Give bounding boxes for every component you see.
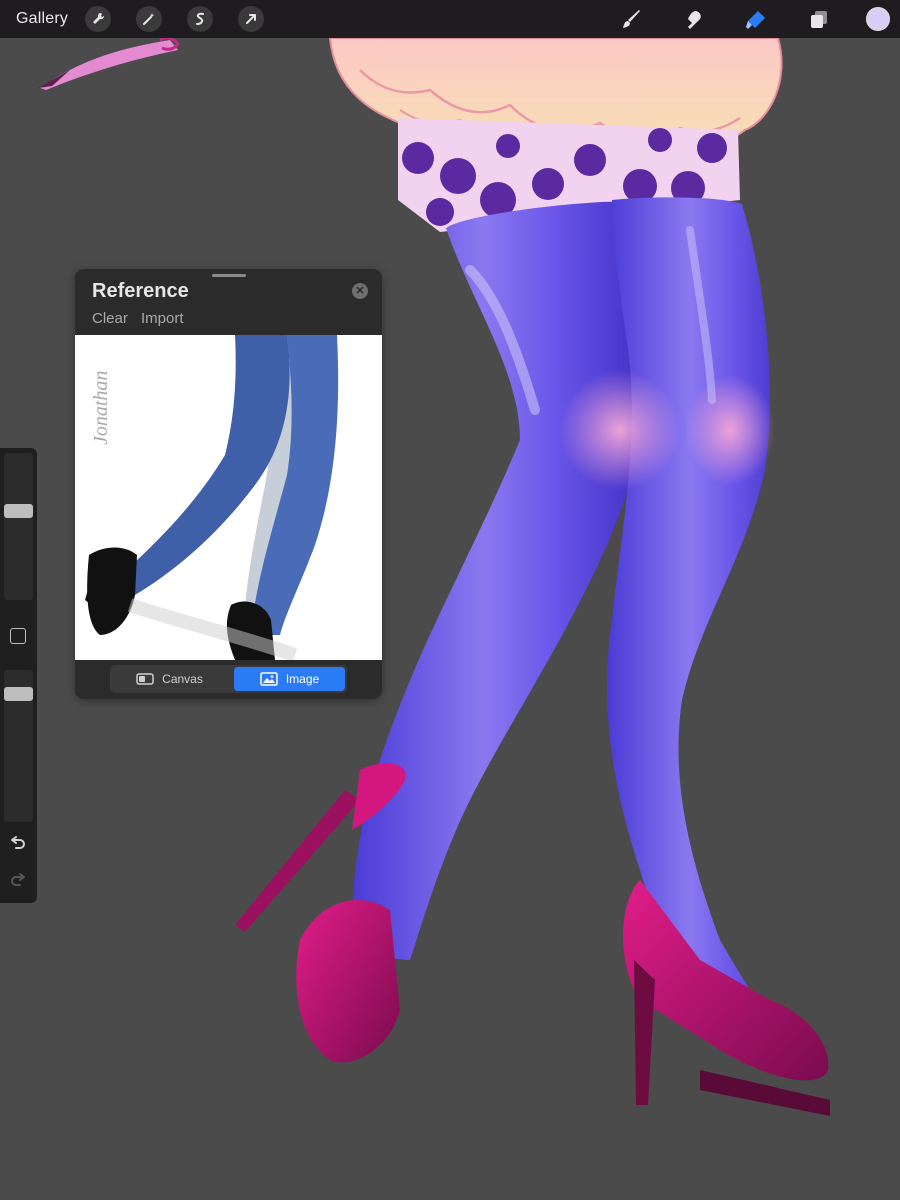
brush-size-thumb[interactable] — [4, 503, 33, 518]
brush-size-slider[interactable] — [4, 453, 33, 600]
tail-artwork — [38, 36, 180, 90]
left-sidebar — [0, 448, 37, 903]
wrench-icon[interactable] — [85, 6, 111, 32]
undo-icon[interactable] — [8, 834, 28, 854]
reference-image: Jonathan — [75, 335, 382, 660]
canvas-mode-label: Canvas — [162, 672, 203, 686]
layers-icon[interactable] — [804, 6, 832, 34]
top-toolbar: Gallery — [0, 0, 900, 38]
reference-panel[interactable]: Reference ✕ Clear Import Jonathan Canvas… — [75, 269, 382, 699]
reference-mode-toggle[interactable]: Canvas Image — [110, 665, 347, 693]
smudge-icon[interactable] — [680, 6, 708, 34]
clear-button[interactable]: Clear — [92, 310, 128, 327]
opacity-thumb[interactable] — [4, 686, 33, 701]
magic-wand-icon[interactable] — [136, 6, 162, 32]
redo-icon[interactable] — [8, 871, 28, 891]
color-picker-swatch[interactable] — [866, 7, 890, 31]
modify-square-icon[interactable] — [10, 628, 26, 644]
shoes-artwork — [235, 763, 830, 1116]
image-watermark: Jonathan — [90, 371, 112, 445]
selection-icon[interactable] — [187, 6, 213, 32]
canvas-mode-button[interactable]: Canvas — [112, 667, 227, 691]
image-mode-label: Image — [285, 672, 320, 686]
legs-artwork — [351, 197, 790, 1061]
image-mode-icon — [260, 672, 278, 686]
eraser-icon[interactable] — [742, 6, 770, 34]
reference-title: Reference — [92, 280, 189, 302]
gallery-button[interactable]: Gallery — [16, 10, 68, 28]
transform-arrow-icon[interactable] — [238, 6, 264, 32]
close-icon[interactable]: ✕ — [352, 283, 368, 299]
canvas-mode-icon — [136, 673, 154, 685]
brush-icon[interactable] — [618, 6, 646, 34]
panel-drag-handle[interactable] — [212, 274, 246, 277]
image-mode-button[interactable]: Image — [234, 667, 345, 691]
reference-photo: Jonathan — [85, 335, 339, 660]
import-button[interactable]: Import — [141, 310, 184, 327]
